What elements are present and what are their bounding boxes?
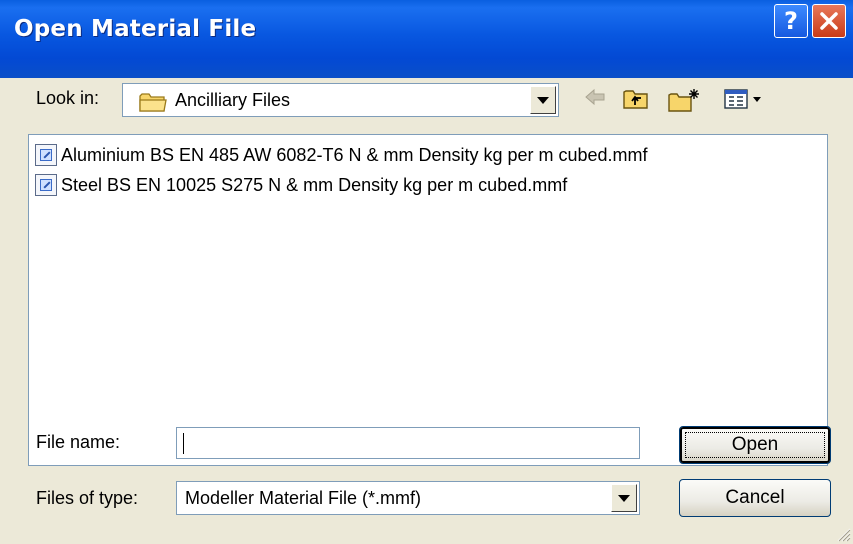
back-arrow-icon[interactable]: [584, 87, 606, 107]
file-type-label: Files of type:: [36, 488, 139, 508]
title-bar[interactable]: Open Material File ?: [0, 0, 853, 78]
list-item[interactable]: Steel BS EN 10025 S275 N & mm Density kg…: [35, 173, 567, 197]
close-icon: [820, 12, 838, 30]
dialog-body: Look in: Ancilliary Files Aluminium BS E…: [0, 78, 853, 544]
file-type-dropdown-button[interactable]: [611, 484, 637, 512]
close-button[interactable]: [812, 4, 846, 38]
help-icon: ?: [784, 7, 798, 35]
chevron-down-icon: [537, 96, 549, 104]
file-list[interactable]: Aluminium BS EN 485 AW 6082-T6 N & mm De…: [28, 134, 828, 466]
folder-icon: [139, 93, 167, 112]
file-name-text: Aluminium BS EN 485 AW 6082-T6 N & mm De…: [61, 144, 648, 165]
up-folder-icon[interactable]: [622, 87, 650, 111]
file-type-dropdown[interactable]: Modeller Material File (*.mmf): [176, 481, 640, 515]
look-in-label: Look in:: [36, 88, 100, 108]
resize-grip-icon[interactable]: [835, 526, 851, 542]
open-button[interactable]: Open: [679, 426, 831, 464]
file-name-label: File name:: [36, 432, 121, 452]
look-in-value: Ancilliary Files: [175, 90, 291, 110]
material-file-icon: [35, 174, 57, 196]
view-menu-icon[interactable]: [723, 87, 767, 111]
help-button[interactable]: ?: [774, 4, 808, 38]
new-folder-icon[interactable]: [667, 87, 701, 113]
material-file-icon: [35, 144, 57, 166]
look-in-dropdown[interactable]: Ancilliary Files: [122, 83, 559, 117]
file-type-value: Modeller Material File (*.mmf): [185, 488, 422, 508]
file-name-input[interactable]: [176, 427, 640, 459]
file-name-text: Steel BS EN 10025 S275 N & mm Density kg…: [61, 174, 568, 195]
list-item[interactable]: Aluminium BS EN 485 AW 6082-T6 N & mm De…: [35, 143, 648, 167]
text-caret: [183, 433, 184, 454]
chevron-down-icon: [618, 494, 630, 502]
dialog-title: Open Material File: [14, 16, 257, 42]
look-in-dropdown-button[interactable]: [530, 86, 556, 114]
cancel-button[interactable]: Cancel: [679, 479, 831, 517]
